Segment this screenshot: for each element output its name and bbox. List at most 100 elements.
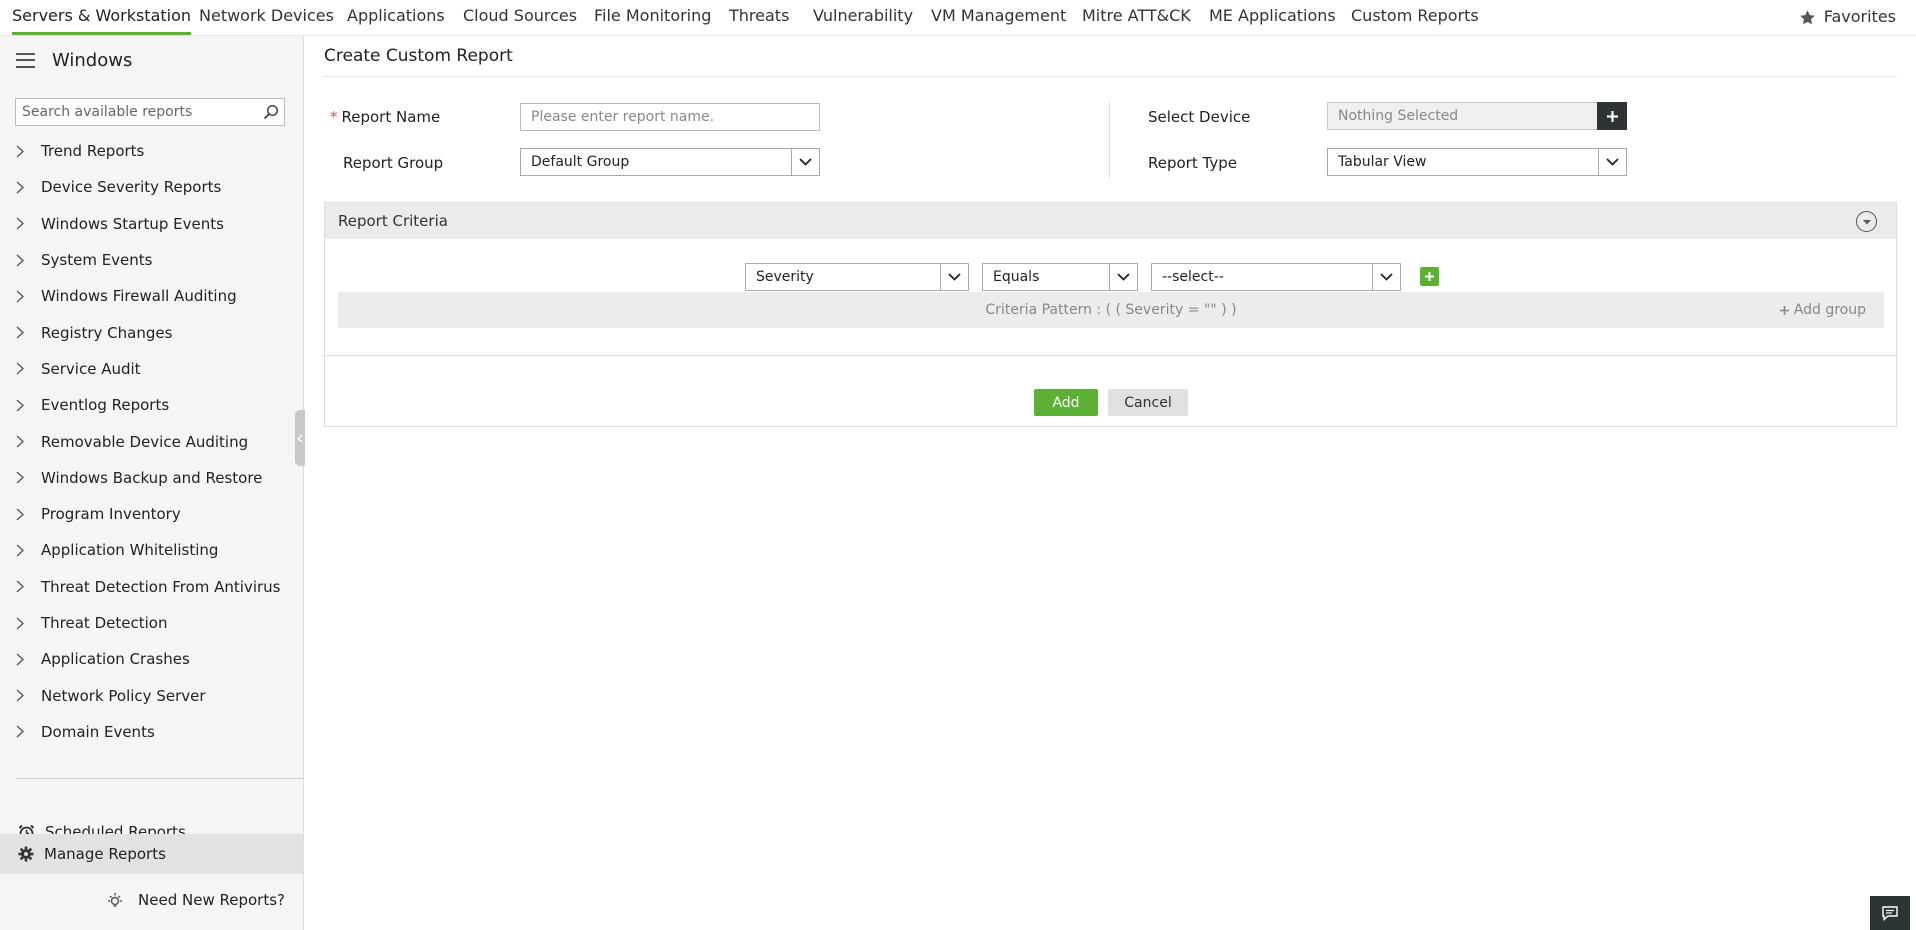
add-device-button[interactable] [1597,102,1627,130]
sidebar-item-label: System Events [41,251,153,270]
chevron-down-icon [940,264,968,290]
criteria-operator-select[interactable]: Equals [982,263,1138,291]
sidebar-item-network-policy-server[interactable]: Network Policy Server [0,677,303,713]
search-icon[interactable] [258,99,284,125]
sidebar-item-label: Network Policy Server [41,686,206,705]
tab-vulnerability[interactable]: Vulnerability [813,0,913,35]
criteria-pattern-text: Criteria Pattern : ( ( Severity = "" ) ) [985,302,1237,318]
tab-vm-management[interactable]: VM Management [931,0,1066,35]
report-name-input[interactable] [520,103,820,131]
sidebar-item-service-audit[interactable]: Service Audit [0,351,303,387]
report-type-select[interactable]: Tabular View [1327,148,1627,176]
sidebar-item-windows-backup-and-restore[interactable]: Windows Backup and Restore [0,460,303,496]
report-group-select[interactable]: Default Group [520,148,820,176]
required-asterisk: * [330,108,338,126]
sidebar-item-label: Threat Detection From Antivirus [41,577,281,596]
sidebar-item-eventlog-reports[interactable]: Eventlog Reports [0,387,303,423]
report-criteria-title: Report Criteria [338,212,448,230]
favorites-button[interactable]: Favorites [1799,0,1896,34]
sidebar-item-system-events[interactable]: System Events [0,242,303,278]
sidebar-item-label: Eventlog Reports [41,396,170,415]
report-group-value: Default Group [531,154,630,170]
sidebar-item-label: Registry Changes [41,323,173,342]
chevron-right-icon [16,507,30,521]
sidebar-item-registry-changes[interactable]: Registry Changes [0,314,303,350]
report-group-label: Report Group [343,154,444,172]
chevron-right-icon [16,362,30,376]
plus-icon [1425,272,1434,281]
favorites-label: Favorites [1823,7,1896,26]
sidebar-item-trend-reports[interactable]: Trend Reports [0,133,303,169]
sidebar-item-application-whitelisting[interactable]: Application Whitelisting [0,532,303,568]
sidebar-item-threat-detection-from-antivirus[interactable]: Threat Detection From Antivirus [0,569,303,605]
tab-threats[interactable]: Threats [729,0,789,35]
add-group-label: Add group [1793,302,1866,318]
sidebar-item-threat-detection[interactable]: Threat Detection [0,605,303,641]
need-new-reports-link[interactable]: Need New Reports? [106,891,285,909]
chat-button[interactable] [1870,896,1910,930]
form-column-divider [1109,102,1110,178]
sidebar-item-removable-device-auditing[interactable]: Removable Device Auditing [0,423,303,459]
tab-servers-workstation[interactable]: Servers & Workstation [12,0,192,35]
star-icon [1799,9,1815,24]
add-group-button[interactable]: Add group [1779,292,1866,328]
collapse-toggle-icon[interactable] [1856,211,1877,232]
tab-custom-reports[interactable]: Custom Reports [1351,0,1479,35]
sidebar-collapse-handle[interactable] [295,410,305,466]
report-category-list: Trend Reports Device Severity Reports Wi… [0,133,303,750]
add-button[interactable]: Add [1034,389,1098,416]
sidebar-item-application-crashes[interactable]: Application Crashes [0,641,303,677]
hamburger-menu-icon[interactable] [16,52,35,68]
select-device-field[interactable]: Nothing Selected [1327,102,1599,130]
tab-mitre-attack[interactable]: Mitre ATT&CK [1082,0,1191,35]
sidebar-item-device-severity-reports[interactable]: Device Severity Reports [0,169,303,205]
title-divider [324,76,1897,77]
sidebar-item-label: Application Whitelisting [41,541,219,560]
tab-file-monitoring[interactable]: File Monitoring [594,0,711,35]
chevron-right-icon [16,253,30,267]
gear-icon [18,846,34,862]
sidebar-title: Windows [52,49,133,71]
report-criteria-header[interactable]: Report Criteria [325,203,1896,239]
sidebar-item-label: Removable Device Auditing [41,432,249,451]
tab-applications[interactable]: Applications [347,0,445,35]
chevron-right-icon [16,326,30,340]
select-device-label: Select Device [1148,108,1251,126]
tab-me-applications[interactable]: ME Applications [1209,0,1336,35]
sidebar-item-label: Device Severity Reports [41,178,222,197]
sidebar-item-label: Domain Events [41,722,155,741]
criteria-value-select[interactable]: --select-- [1151,263,1401,291]
report-type-value: Tabular View [1338,154,1427,170]
add-criteria-button[interactable] [1420,267,1439,286]
sidebar-item-label: Windows Firewall Auditing [41,287,237,306]
chevron-right-icon [16,471,30,485]
chevron-right-icon [16,652,30,666]
sidebar-item-windows-startup-events[interactable]: Windows Startup Events [0,206,303,242]
criteria-field-select[interactable]: Severity [745,263,969,291]
chevron-down-icon [1109,264,1137,290]
chevron-right-icon [16,289,30,303]
sidebar-item-windows-firewall-auditing[interactable]: Windows Firewall Auditing [0,278,303,314]
sidebar-item-label: Service Audit [41,359,141,378]
cancel-button[interactable]: Cancel [1108,389,1188,416]
report-type-label: Report Type [1148,154,1237,172]
chevron-right-icon [16,398,30,412]
criteria-pattern-bar: Criteria Pattern : ( ( Severity = "" ) )… [338,292,1884,328]
report-name-label-group: * Report Name [330,108,440,126]
plus-icon [1779,305,1789,315]
manage-reports-link[interactable]: Manage Reports [0,834,303,874]
tab-network-devices[interactable]: Network Devices [199,0,334,35]
sidebar-item-domain-events[interactable]: Domain Events [0,714,303,750]
search-input[interactable] [16,99,258,125]
chevron-right-icon [16,580,30,594]
chevron-right-icon [16,616,30,630]
sidebar-item-label: Windows Backup and Restore [41,468,263,487]
sidebar-item-program-inventory[interactable]: Program Inventory [0,496,303,532]
chevron-down-icon [791,149,819,175]
chevron-right-icon [16,543,30,557]
chevron-right-icon [16,217,30,231]
page-title: Create Custom Report [324,46,513,66]
tab-cloud-sources[interactable]: Cloud Sources [463,0,577,35]
sidebar-item-label: Application Crashes [41,650,190,669]
plus-icon [1606,110,1618,122]
